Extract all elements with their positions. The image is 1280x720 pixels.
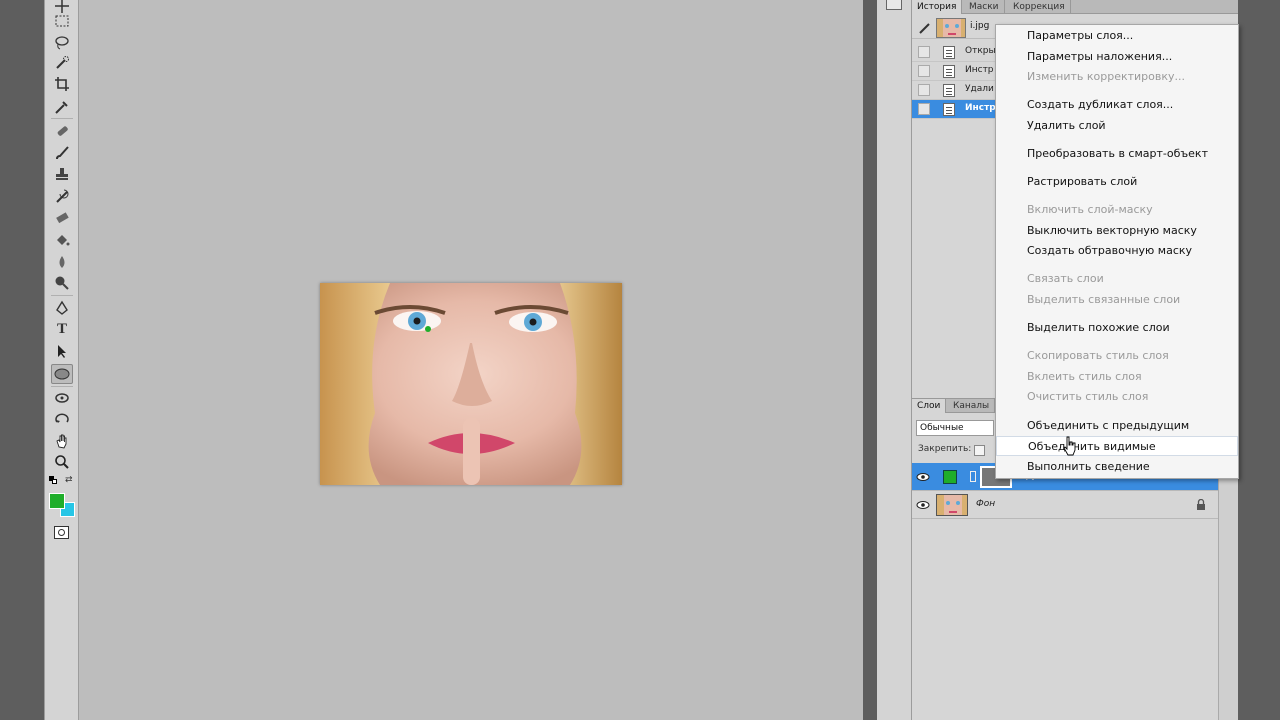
swap-colors-icon[interactable]: ⇄	[65, 476, 73, 485]
snapshot-thumbnail	[936, 18, 966, 38]
menu-item-link-layers[interactable]: Связать слои	[996, 269, 1238, 289]
visibility-eye-icon[interactable]	[916, 471, 930, 483]
quick-mask-icon[interactable]	[54, 526, 69, 539]
middle-frame-strip	[863, 0, 877, 720]
menu-item-edit-adjustment[interactable]: Изменить корректировку...	[996, 67, 1238, 87]
healing-brush-tool-icon[interactable]	[51, 121, 73, 141]
history-step-icon	[943, 46, 955, 59]
tab-layers[interactable]: Слои	[912, 399, 947, 413]
history-item-label: Откры	[965, 46, 996, 56]
path-selection-tool-icon[interactable]	[51, 341, 73, 361]
menu-item-merge-visible[interactable]: Объединить видимые	[996, 436, 1238, 456]
lock-transparent-checkbox[interactable]	[974, 445, 985, 456]
quick-selection-tool-icon[interactable]	[51, 53, 73, 73]
menu-item-enable-layer-mask[interactable]: Включить слой-маску	[996, 200, 1238, 220]
hand-tool-icon[interactable]	[51, 431, 73, 451]
menu-item-layer-properties[interactable]: Параметры слоя...	[996, 26, 1238, 46]
history-checkbox[interactable]	[918, 84, 930, 96]
hand-pointer-cursor-icon	[1063, 436, 1076, 456]
default-colors-icon[interactable]	[49, 476, 57, 484]
menu-item-convert-to-smart-object[interactable]: Преобразовать в смарт-объект	[996, 144, 1238, 164]
toolbar-separator	[51, 118, 73, 119]
clone-stamp-tool-icon[interactable]	[51, 164, 73, 184]
history-item-label: Инстр	[965, 103, 996, 113]
document-image[interactable]	[320, 283, 622, 485]
lasso-tool-icon[interactable]	[51, 32, 73, 52]
layer-color-thumbnail	[943, 470, 957, 484]
pen-tool-icon[interactable]	[51, 298, 73, 318]
history-brush-icon	[919, 23, 930, 34]
menu-item-delete-layer[interactable]: Удалить слой	[996, 116, 1238, 136]
lock-label: Закрепить:	[918, 444, 972, 454]
paint-bucket-tool-icon[interactable]	[51, 230, 73, 250]
menu-item-flatten-image[interactable]: Выполнить сведение	[996, 457, 1238, 477]
tab-adjustments[interactable]: Коррекция	[1008, 0, 1071, 14]
menu-item-merge-down[interactable]: Объединить с предыдущим	[996, 416, 1238, 436]
portrait-photo	[320, 283, 622, 485]
rectangular-marquee-tool-icon[interactable]	[51, 11, 73, 31]
3d-orbit-tool-icon[interactable]	[51, 410, 73, 430]
ellipse-tool-icon[interactable]	[51, 364, 73, 384]
toolbar-separator	[51, 386, 73, 387]
layer-name: Фон	[976, 499, 996, 509]
history-brush-tool-icon[interactable]	[51, 186, 73, 206]
history-step-icon	[943, 84, 955, 97]
tab-history[interactable]: История	[912, 0, 963, 14]
menu-item-select-linked-layers[interactable]: Выделить связанные слои	[996, 290, 1238, 310]
panel-icon[interactable]	[886, 0, 902, 10]
link-chain-icon[interactable]	[970, 471, 976, 482]
eraser-tool-icon[interactable]	[51, 208, 73, 228]
tab-channels[interactable]: Каналы	[948, 399, 996, 413]
menu-item-duplicate-layer[interactable]: Создать дубликат слоя...	[996, 95, 1238, 115]
crop-tool-icon[interactable]	[51, 74, 73, 94]
history-step-icon	[943, 65, 955, 78]
tools-panel: T ⇄	[44, 0, 79, 720]
menu-item-disable-vector-mask[interactable]: Выключить векторную маску	[996, 221, 1238, 241]
menu-item-copy-layer-style[interactable]: Скопировать стиль слоя	[996, 346, 1238, 366]
blur-tool-icon[interactable]	[51, 252, 73, 272]
menu-item-select-similar-layers[interactable]: Выделить похожие слои	[996, 318, 1238, 338]
menu-item-blending-options[interactable]: Параметры наложения...	[996, 47, 1238, 67]
menu-item-rasterize-layer[interactable]: Растрировать слой	[996, 172, 1238, 192]
history-checkbox[interactable]	[918, 103, 930, 115]
right-frame-strip	[1238, 0, 1280, 720]
history-item-label: Удали	[965, 84, 994, 94]
left-frame-strip	[0, 0, 44, 720]
history-checkbox[interactable]	[918, 65, 930, 77]
foreground-color-swatch[interactable]	[49, 493, 65, 509]
menu-item-clear-layer-style[interactable]: Очистить стиль слоя	[996, 387, 1238, 407]
lock-icon	[1197, 499, 1205, 510]
layers-scrollbar[interactable]	[1218, 465, 1238, 720]
history-item-label: Инстр	[965, 65, 994, 75]
visibility-eye-icon[interactable]	[916, 499, 930, 511]
history-tabbar: История Маски Коррекция	[912, 0, 1238, 14]
tab-masks[interactable]: Маски	[964, 0, 1005, 14]
dodge-tool-icon[interactable]	[51, 273, 73, 293]
layer-thumbnail	[936, 494, 968, 516]
menu-item-create-clipping-mask[interactable]: Создать обтравочную маску	[996, 241, 1238, 261]
eyedropper-tool-icon[interactable]	[51, 97, 73, 117]
type-tool-icon[interactable]: T	[51, 319, 73, 339]
brush-tool-icon[interactable]	[51, 143, 73, 163]
collapsed-panel-dock	[877, 0, 912, 720]
toolbar-separator	[51, 295, 73, 296]
zoom-tool-icon[interactable]	[51, 452, 73, 472]
layer-row[interactable]: Фон	[912, 491, 1218, 519]
layer-context-menu: Параметры слоя... Параметры наложения...…	[995, 24, 1239, 479]
menu-item-paste-layer-style[interactable]: Вклеить стиль слоя	[996, 367, 1238, 387]
history-checkbox[interactable]	[918, 46, 930, 58]
3d-rotate-tool-icon[interactable]	[51, 388, 73, 408]
history-step-icon	[943, 103, 955, 116]
blend-mode-select[interactable]: Обычные	[916, 420, 994, 436]
snapshot-label: i.jpg	[970, 21, 990, 31]
